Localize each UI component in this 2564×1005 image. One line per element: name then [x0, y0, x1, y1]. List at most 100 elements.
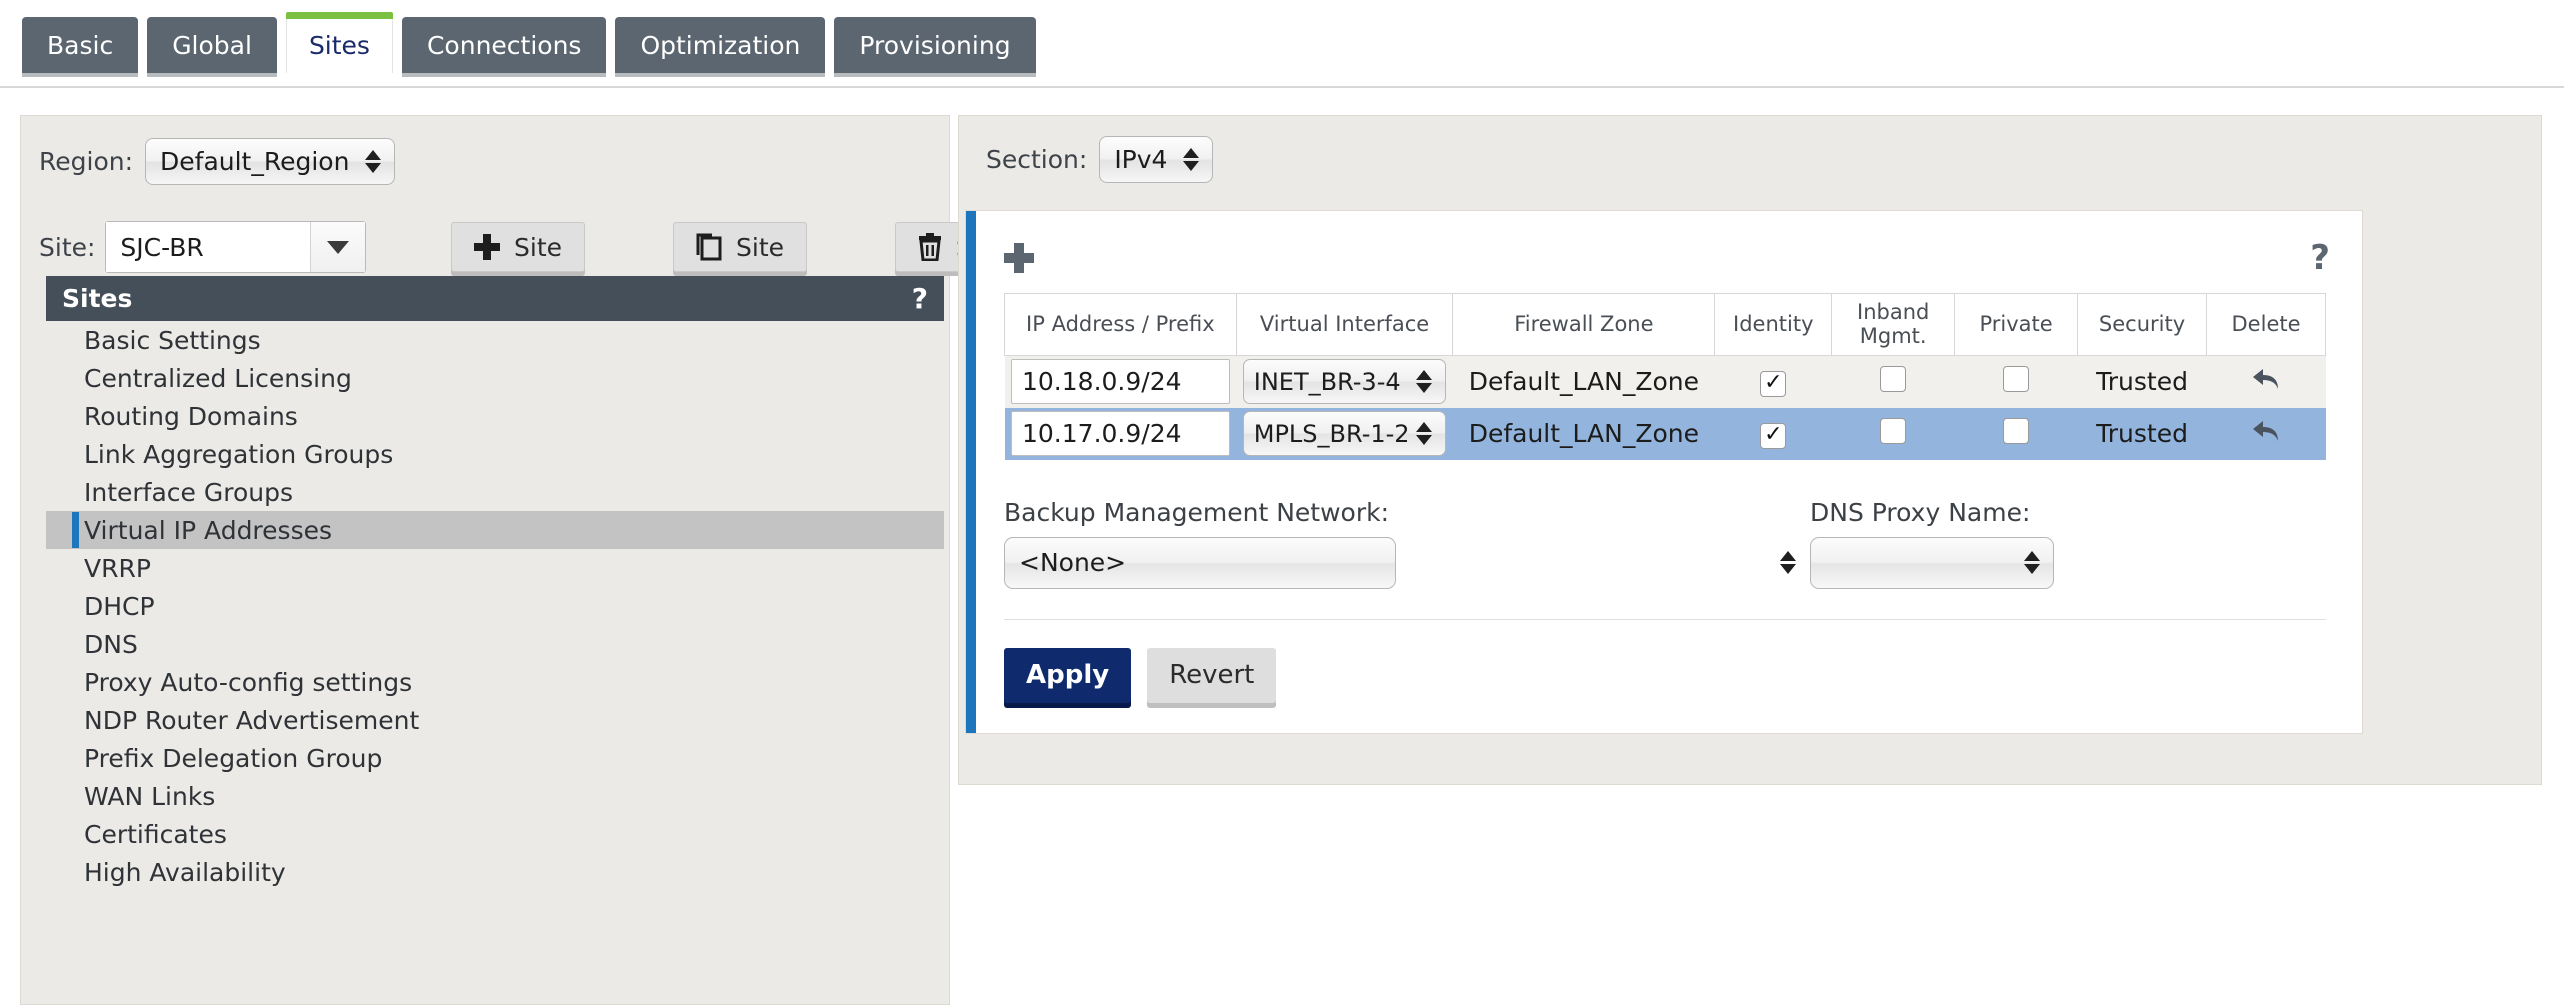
undo-arrow-icon[interactable] — [2251, 366, 2281, 392]
column-header-private: Private — [1954, 293, 2079, 356]
copy-icon — [696, 233, 722, 261]
tab-sites[interactable]: Sites — [285, 12, 393, 73]
sidebar-item-certificates[interactable]: Certificates — [46, 815, 944, 853]
backup-management-network-label: Backup Management Network: — [1004, 497, 1390, 527]
tab-label: Optimization — [640, 30, 801, 60]
sidebar-item-dhcp[interactable]: DHCP — [46, 587, 944, 625]
sidebar-item-centralized-licensing[interactable]: Centralized Licensing — [46, 359, 944, 397]
sites-nav-list: Basic Settings Centralized Licensing Rou… — [46, 321, 944, 891]
identity-checkbox[interactable]: ✓ — [1760, 423, 1787, 449]
sidebar-item-ndp-router-advertisement[interactable]: NDP Router Advertisement — [46, 701, 944, 739]
site-toolbar: Site Site — [451, 222, 1027, 272]
tab-provisioning[interactable]: Provisioning — [834, 17, 1036, 73]
dns-proxy-name-select[interactable] — [1810, 536, 2054, 589]
column-header-inband-mgmt: Inband Mgmt. — [1831, 293, 1956, 356]
clone-site-label: Site — [736, 232, 784, 262]
sidebar-item-wan-links[interactable]: WAN Links — [46, 777, 944, 815]
sidebar-item-basic-settings[interactable]: Basic Settings — [46, 321, 944, 359]
tab-label: Basic — [47, 30, 114, 60]
tab-basic[interactable]: Basic — [22, 17, 139, 73]
table-header: IP Address / Prefix Virtual Interface Fi… — [1004, 293, 2326, 356]
cell-ip-address — [1004, 355, 1237, 408]
column-header-security: Security — [2077, 293, 2208, 356]
cell-delete — [2206, 355, 2326, 408]
inband-line-2: Mgmt. — [1859, 323, 1927, 348]
cell-virtual-interface: INET_BR-3-4 — [1236, 355, 1453, 408]
table-row: MPLS_BR-1-2 Default_LAN_Zone ✓ — [1004, 407, 2326, 460]
table-header-row: IP Address / Prefix Virtual Interface Fi… — [1004, 293, 2326, 356]
column-header-identity: Identity — [1714, 293, 1833, 356]
tab-connections[interactable]: Connections — [401, 17, 607, 73]
content-area: Region: Default_Region Site: SJC-BR Site… — [0, 90, 2564, 1005]
sidebar-item-interface-groups[interactable]: Interface Groups — [46, 473, 944, 511]
tab-label: Sites — [308, 31, 370, 60]
clone-site-button[interactable]: Site — [673, 222, 807, 272]
trash-icon — [918, 233, 942, 261]
backup-management-network-select[interactable]: <None> — [1004, 536, 1396, 589]
site-combobox — [105, 221, 367, 273]
private-checkbox[interactable] — [2003, 417, 2030, 444]
sidebar-item-dns[interactable]: DNS — [46, 625, 944, 663]
help-icon[interactable]: ? — [912, 282, 928, 315]
inband-mgmt-checkbox[interactable] — [1880, 417, 1907, 444]
sites-list-title: Sites — [62, 284, 133, 313]
backup-management-network-field: Backup Management Network: <None> — [1004, 498, 1810, 589]
card-toolbar: ? — [976, 233, 2362, 283]
virtual-interface-select[interactable]: MPLS_BR-1-2 — [1242, 411, 1447, 456]
cell-security: Trusted — [2077, 407, 2207, 460]
ip-address-input[interactable] — [1011, 359, 1230, 405]
dns-proxy-name-label: DNS Proxy Name: — [1810, 497, 2031, 527]
sidebar-item-link-aggregation-groups[interactable]: Link Aggregation Groups — [46, 435, 944, 473]
cell-ip-address — [1004, 407, 1237, 460]
apply-button[interactable]: Apply — [1004, 647, 1132, 703]
question-mark-icon[interactable]: ? — [2310, 241, 2330, 275]
sidebar-item-virtual-ip-addresses[interactable]: Virtual IP Addresses — [46, 511, 944, 549]
sidebar-item-prefix-delegation-group[interactable]: Prefix Delegation Group — [46, 739, 944, 777]
column-header-virtual-interface: Virtual Interface — [1235, 293, 1454, 356]
identity-checkbox[interactable]: ✓ — [1760, 371, 1787, 398]
section-row: Section: IPv4 — [986, 136, 1214, 183]
tab-global[interactable]: Global — [147, 17, 277, 73]
virtual-interface-select[interactable]: INET_BR-3-4 — [1242, 359, 1447, 405]
list-item-label: High Availability — [84, 857, 286, 887]
add-virtual-ip-icon[interactable] — [1004, 243, 1034, 273]
private-checkbox[interactable] — [2003, 365, 2030, 392]
sidebar-item-high-availability[interactable]: High Availability — [46, 853, 944, 891]
sidebar-item-proxy-auto-config-settings[interactable]: Proxy Auto-config settings — [46, 663, 944, 701]
inband-mgmt-checkbox[interactable] — [1880, 365, 1907, 392]
sidebar-item-vrrp[interactable]: VRRP — [46, 549, 944, 587]
list-item-label: Interface Groups — [84, 477, 294, 507]
list-item-label: Proxy Auto-config settings — [84, 667, 413, 697]
list-item-label: WAN Links — [84, 781, 216, 811]
chevron-down-icon — [327, 240, 350, 254]
region-select[interactable]: Default_Region — [145, 138, 396, 185]
section-select[interactable]: IPv4 — [1099, 136, 1214, 183]
virtual-interface-select-wrapper: INET_BR-3-4 — [1242, 359, 1447, 405]
tab-list: Basic Global Sites Connections Optimizat… — [22, 12, 1036, 73]
undo-arrow-icon[interactable] — [2251, 418, 2281, 444]
card-form-row: Backup Management Network: <None> DNS Pr… — [1004, 498, 2326, 589]
table-body: INET_BR-3-4 Default_LAN_Zone ✓ — [1004, 355, 2326, 460]
cell-security: Trusted — [2077, 355, 2207, 408]
list-item-label: DNS — [84, 629, 138, 659]
revert-button[interactable]: Revert — [1147, 647, 1277, 703]
table-row: INET_BR-3-4 Default_LAN_Zone ✓ — [1004, 355, 2326, 408]
sidebar-item-routing-domains[interactable]: Routing Domains — [46, 397, 944, 435]
cell-inband-mgmt — [1831, 355, 1955, 408]
virtual-ip-card: ? IP Address / Prefix Virtual Interface … — [965, 210, 2363, 734]
add-site-button[interactable]: Site — [451, 222, 585, 272]
dns-proxy-name-select-wrapper — [1810, 536, 2054, 589]
list-item-label: Routing Domains — [84, 401, 298, 431]
cell-private — [1954, 355, 2078, 408]
site-input[interactable] — [106, 222, 311, 272]
list-item-label: NDP Router Advertisement — [84, 705, 420, 735]
cell-virtual-interface: MPLS_BR-1-2 — [1236, 407, 1453, 460]
list-item-label: Prefix Delegation Group — [84, 743, 383, 773]
virtual-ip-panel: Section: IPv4 ? IP Address / Prefix Virt… — [958, 115, 2542, 785]
cell-firewall-zone: Default_LAN_Zone — [1452, 355, 1715, 408]
tab-optimization[interactable]: Optimization — [615, 17, 826, 73]
site-dropdown-button[interactable] — [310, 222, 366, 272]
list-item-label: Link Aggregation Groups — [84, 439, 394, 469]
ip-address-input[interactable] — [1011, 411, 1230, 456]
column-header-firewall-zone: Firewall Zone — [1452, 293, 1716, 356]
